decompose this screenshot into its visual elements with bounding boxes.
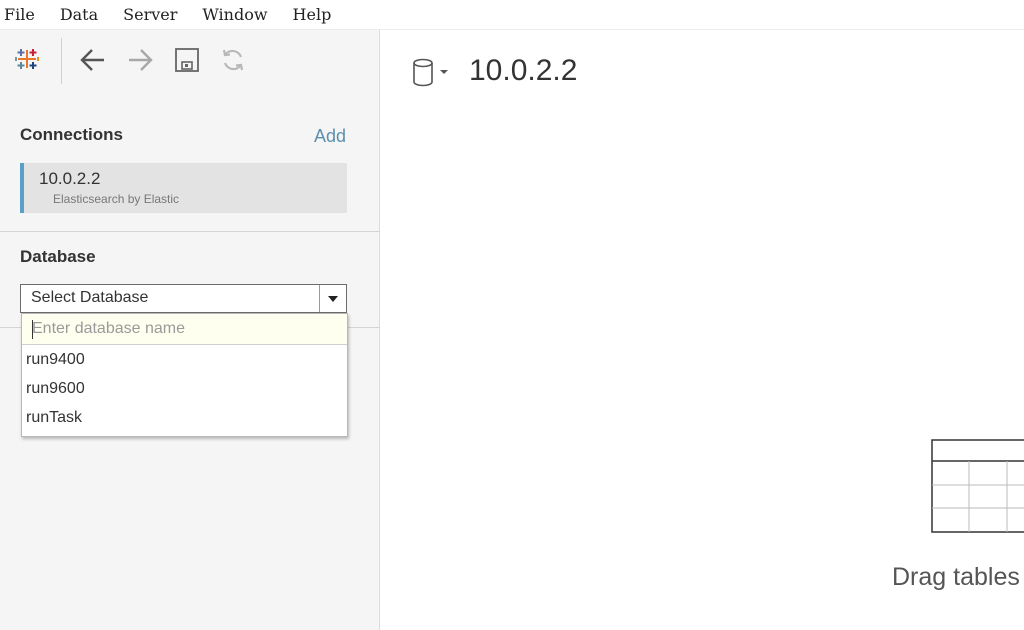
connection-name: 10.0.2.2 — [39, 169, 101, 188]
forward-arrow-icon[interactable] — [126, 46, 154, 74]
section-divider — [0, 231, 380, 232]
database-heading: Database — [20, 247, 96, 266]
menu-help[interactable]: Help — [293, 5, 332, 24]
database-search-input[interactable] — [22, 314, 347, 344]
database-option-run9600[interactable]: run9600 — [26, 380, 85, 398]
text-caret — [32, 320, 33, 339]
database-select[interactable]: Select Database — [20, 284, 347, 313]
data-source-canvas: 10.0.2.2 Drag tables — [381, 30, 1024, 630]
toolbar-separator — [61, 38, 62, 84]
menu-window[interactable]: Window — [202, 5, 267, 24]
database-dropdown: run9400 run9600 runTask — [21, 313, 348, 437]
connections-heading: Connections — [20, 125, 123, 144]
menu-data[interactable]: Data — [60, 5, 98, 24]
connection-type: Elasticsearch by Elastic — [53, 192, 180, 206]
database-cylinder-icon — [413, 58, 448, 87]
menu-file[interactable]: File — [4, 5, 35, 24]
table-placeholder-icon — [931, 439, 1024, 539]
database-search-field — [22, 314, 347, 345]
toolbar — [0, 30, 380, 90]
chevron-down-icon[interactable] — [319, 285, 346, 312]
datasource-title[interactable]: 10.0.2.2 — [469, 54, 577, 88]
save-icon[interactable] — [174, 47, 200, 73]
tableau-logo-icon[interactable] — [14, 46, 40, 72]
back-arrow-icon[interactable] — [79, 46, 107, 74]
refresh-icon[interactable] — [219, 46, 247, 74]
database-option-runtask[interactable]: runTask — [26, 409, 82, 427]
connection-item[interactable]: 10.0.2.2 Elasticsearch by Elastic — [20, 163, 347, 213]
datasource-menu[interactable] — [413, 58, 451, 88]
database-option-run9400[interactable]: run9400 — [26, 351, 85, 369]
menu-bar: File Data Server Window Help — [0, 0, 1024, 30]
data-source-sidebar: Connections Add 10.0.2.2 Elasticsearch b… — [0, 30, 380, 630]
database-select-label: Select Database — [31, 289, 149, 306]
add-connection-link[interactable]: Add — [314, 126, 346, 147]
drag-tables-hint: Drag tables — [892, 563, 1020, 591]
menu-server[interactable]: Server — [123, 5, 177, 24]
